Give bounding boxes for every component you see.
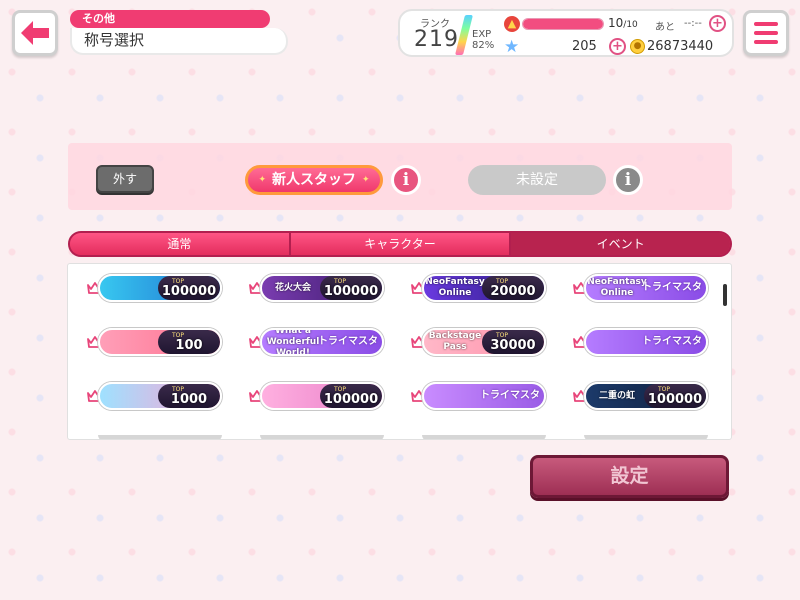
title-badge-partial[interactable]: [260, 435, 384, 439]
rank-plate: TOP 100000: [320, 276, 382, 300]
stamina-count: 10/10: [608, 16, 638, 30]
scrollbar[interactable]: [723, 284, 727, 306]
title-art: 二重の虹: [598, 390, 635, 401]
title-badge[interactable]: TOP 100000: [260, 382, 384, 410]
title-item[interactable]: TOP 100000: [72, 271, 234, 305]
title-badge-partial[interactable]: [98, 435, 222, 439]
title-badge[interactable]: TOP 100: [98, 328, 222, 356]
rank-plate: TOP 1000: [158, 384, 220, 408]
fire-icon: ▲: [504, 16, 520, 32]
page-title: 称号選択: [70, 28, 288, 55]
star-icon: ★: [504, 37, 520, 57]
arrow-left-icon: [21, 21, 49, 45]
title-item[interactable]: Backstage Pass TOP 30000: [396, 325, 558, 359]
tab-character[interactable]: キャラクター: [290, 233, 512, 255]
title-art: [100, 384, 162, 408]
stamina-bar: [522, 18, 604, 30]
menu-button[interactable]: [743, 10, 789, 56]
rank-value: 30000: [490, 338, 536, 353]
title-list[interactable]: TOP 100000 花火大会 TOP 100000 NeoFantasy Online T…: [67, 263, 732, 440]
rank-plate: TOP 30000: [482, 330, 544, 354]
exp-percent: 82%: [472, 40, 495, 51]
title-badge[interactable]: トライマスター: [422, 382, 546, 410]
title-badge-partial[interactable]: [422, 435, 546, 439]
title-badge[interactable]: 二重の虹 TOP 100000: [584, 382, 708, 410]
rank-plate: TOP 100000: [644, 384, 706, 408]
add-stamina-button[interactable]: +: [709, 15, 726, 32]
list-row-partial: [68, 435, 718, 439]
player-status-card: ランク 219 EXP 82% ▲ 10/10 あと --:-- + ★ 205…: [398, 9, 734, 57]
title-art: NeoFantasy Online: [425, 277, 485, 298]
title-badge[interactable]: TOP 100000: [98, 274, 222, 302]
hamburger-icon-line: [754, 40, 778, 44]
remove-title-button[interactable]: 外す: [96, 165, 154, 193]
title-item[interactable]: トライマスター: [558, 325, 720, 359]
title-badge[interactable]: NeoFantasy Online TOP 20000: [422, 274, 546, 302]
tab-event[interactable]: イベント: [511, 233, 730, 255]
title-item[interactable]: トライマスター: [396, 379, 558, 413]
list-row: TOP 100000 花火大会 TOP 100000 NeoFantasy Online T…: [68, 271, 718, 305]
title-badge[interactable]: トライマスター: [584, 328, 708, 356]
stamina-fill: [523, 19, 603, 29]
category-tag: その他: [70, 10, 270, 28]
try-master-label: トライマスター: [642, 336, 702, 347]
page-title-area: その他 称号選択: [70, 10, 288, 55]
try-master-label: トライマスター: [318, 336, 378, 347]
title-badge[interactable]: Backstage Pass TOP 30000: [422, 328, 546, 356]
title-item[interactable]: 二重の虹 TOP 100000: [558, 379, 720, 413]
exp-label: EXP: [472, 29, 492, 40]
title-badge[interactable]: NeoFantasy Onlineトライマスター: [584, 274, 708, 302]
rank-plate: TOP 100: [158, 330, 220, 354]
rank-value: 1000: [170, 392, 208, 407]
rank-value: 100000: [323, 392, 379, 407]
add-stars-button[interactable]: +: [609, 38, 626, 55]
title-item[interactable]: TOP 1000: [72, 379, 234, 413]
equipped-title-panel: 外す ✦ 新人スタッフ ✦ i 未設定 i: [68, 143, 732, 210]
try-master-label: トライマスター: [642, 282, 702, 293]
equipped-title-badge[interactable]: ✦ 新人スタッフ ✦: [245, 165, 383, 195]
title-item[interactable]: NeoFantasy Onlineトライマスター: [558, 271, 720, 305]
rank-value: 100000: [647, 392, 703, 407]
coin-count: 26873440: [647, 39, 714, 54]
tab-normal[interactable]: 通常: [70, 233, 291, 255]
title-art: Backstage Pass: [428, 331, 482, 352]
list-row: TOP100 What a Wonderful World!トライマスター Back…: [68, 325, 718, 359]
title-badge[interactable]: What a Wonderful World!トライマスター: [260, 328, 384, 356]
star-count: 205: [572, 39, 597, 54]
title-badge[interactable]: 花火大会 TOP 100000: [260, 274, 384, 302]
title-item[interactable]: What a Wonderful World!トライマスター: [234, 325, 396, 359]
title-art: 花火大会: [274, 282, 311, 293]
list-row: TOP1000 TOP100000 トライマスター 二重の虹 TOP100000: [68, 379, 718, 413]
rank-plate: TOP 100000: [158, 276, 220, 300]
title-badge[interactable]: TOP 1000: [98, 382, 222, 410]
stamina-ato-label: あと: [655, 22, 675, 33]
title-art: [100, 330, 162, 354]
settings-button[interactable]: 設定: [530, 455, 729, 498]
title-badge-partial[interactable]: [584, 435, 708, 439]
rank-plate: TOP 20000: [482, 276, 544, 300]
hamburger-icon-line: [754, 31, 778, 35]
title-art: [262, 384, 324, 408]
back-button[interactable]: [12, 10, 58, 56]
rank-value: 100: [175, 338, 203, 353]
title-item[interactable]: NeoFantasy Online TOP 20000: [396, 271, 558, 305]
rank-value: 219: [414, 27, 459, 52]
rank-value: 20000: [490, 284, 536, 299]
title-item[interactable]: TOP 100: [72, 325, 234, 359]
title-category-tabs: 通常 キャラクター イベント: [68, 231, 732, 257]
title-art: [100, 276, 162, 300]
title-item[interactable]: 花火大会 TOP 100000: [234, 271, 396, 305]
unset-title-badge[interactable]: 未設定: [468, 165, 606, 195]
info-icon[interactable]: i: [391, 165, 421, 195]
title-item[interactable]: TOP 100000: [234, 379, 396, 413]
coin-icon: ●: [630, 39, 645, 54]
rank-value: 100000: [323, 284, 379, 299]
info-icon[interactable]: i: [613, 165, 643, 195]
rank-value: 100000: [161, 284, 217, 299]
try-master-label: トライマスター: [480, 390, 540, 401]
stamina-timer: --:--: [684, 18, 702, 29]
rank-plate: TOP 100000: [320, 384, 382, 408]
hamburger-icon: [754, 22, 778, 26]
